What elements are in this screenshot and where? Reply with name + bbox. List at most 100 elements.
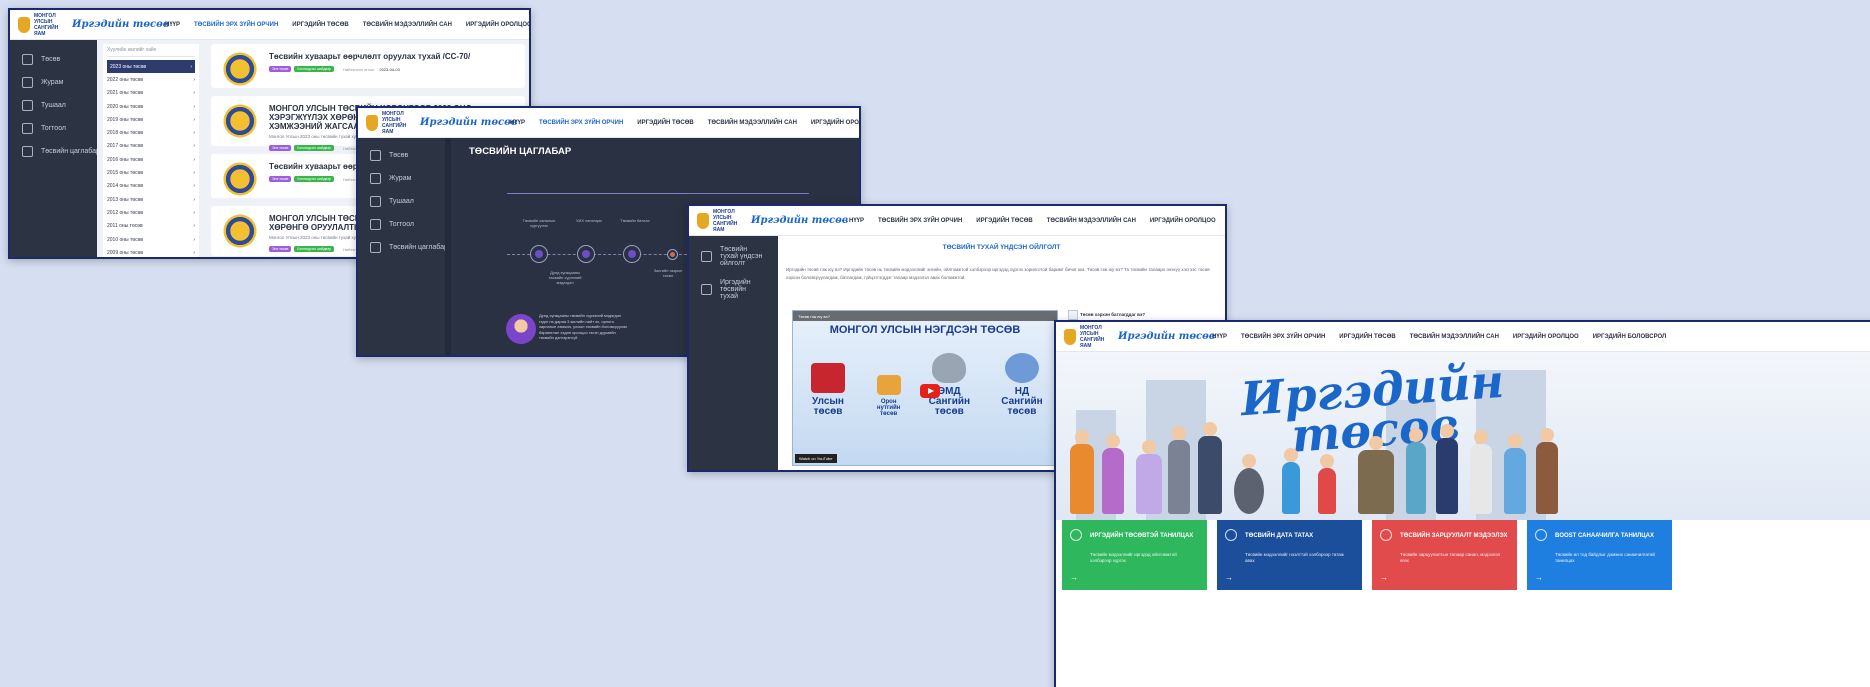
orders-icon (370, 196, 381, 207)
timeline-step[interactable] (577, 245, 595, 263)
sidebar-item-citizen-budget[interactable]: Иргэдийн төсвийн тухай (689, 273, 775, 306)
year-item[interactable]: 2023 оны төсөв › (107, 60, 195, 74)
tile-download-data[interactable]: ТӨСВИЙН ДАТА ТАТАХ Төсвийн мэдээллийг нэ… (1217, 520, 1362, 590)
tile-boost-initiative[interactable]: BOOST САНААЧИЛГА ТАНИЛЦАХ Төсвийн ил тод… (1527, 520, 1672, 590)
sidebar-item-calendar[interactable]: Төсвийн цаглабар (10, 140, 100, 163)
year-item[interactable]: 2020 оны төсөв › (107, 100, 195, 113)
tag-badge: Энэ төсөв (269, 66, 292, 72)
timeline-scrollbar[interactable] (507, 193, 809, 194)
related-question[interactable]: Төсөв хэрхэн батлагддаг вэ? (1080, 312, 1145, 317)
nav-legal[interactable]: ТӨСВИЙН ЭРХ ЗҮЙН ОРЧИН (194, 22, 278, 28)
document-card[interactable]: Төсвийн хуваарьт өөрчлөлт оруулах тухай … (211, 44, 525, 88)
year-item[interactable]: 2015 оны төсөв › (107, 166, 195, 179)
date-value: 2023-04-03 (379, 66, 400, 72)
nav-legal[interactable]: ТӨСВИЙН ЭРХ ЗҮЙН ОРЧИН (878, 218, 962, 224)
sidebar-item-resolutions[interactable]: Тогтоол (10, 117, 97, 140)
nav-budget-data[interactable]: ТӨСВИЙН МЭДЭЭЛЛИЙН САН (1047, 218, 1136, 224)
avatar (506, 314, 536, 344)
nav-citizen-budget[interactable]: ИРГЭДИЙН ТӨСӨВ (292, 22, 348, 28)
resolutions-icon (370, 219, 381, 230)
status-badge: Батлагдсан шийдвэр (294, 176, 335, 182)
year-item[interactable]: 2011 оны төсөв › (107, 220, 195, 233)
citizen-figure (1070, 430, 1094, 514)
nav-participation[interactable]: ИРГЭДИЙН ОРОЛЦОО (811, 120, 859, 126)
nav-citizen-budget[interactable]: ИРГЭДИЙН ТӨСӨВ (637, 120, 693, 126)
citizen-figure (1168, 426, 1190, 514)
org-name: МОНГОЛ УЛСЫН САНГИЙН ЯАМ (382, 110, 407, 135)
date-label: Нийтэлсэн огноо (343, 66, 375, 72)
tile-report-spending[interactable]: ТӨСВИЙН ЗАРЦУУЛАЛТ МЭДЭЭЛЭХ Төсвийн зарц… (1372, 520, 1517, 590)
site-logo[interactable]: МОНГОЛ УЛСЫН САНГИЙН ЯАМ Иргэдийн төсөв (1064, 325, 1215, 349)
year-search-input[interactable]: Хуулийн жилийг хайх (107, 47, 195, 57)
timeline-step[interactable] (667, 249, 678, 260)
year-item[interactable]: 2012 оны төсөв › (107, 206, 195, 219)
sidebar-item-rules[interactable]: Журам (358, 167, 445, 190)
timeline-step[interactable] (530, 245, 548, 263)
tile-citizen-budget[interactable]: ИРГЭДИЙН ТӨСӨВТЭЙ ТАНИЛЦАХ Төсвийн мэдээ… (1062, 520, 1207, 590)
brand-name: Иргэдийн төсөв (751, 215, 849, 226)
calendar-icon (22, 146, 33, 157)
nav-citizen-budget[interactable]: ИРГЭДИЙН ТӨСӨВ (1339, 334, 1395, 340)
arrow-right-icon: → (1070, 573, 1078, 582)
state-emblem-icon (223, 52, 257, 86)
site-logo[interactable]: МОНГОЛ УЛСЫН САНГИЙН ЯАМ Иргэдийн төсөв (366, 111, 517, 135)
video-player[interactable]: Төсөв гэж юу вэ? МОНГОЛ УЛСЫН НЭГДСЭН ТӨ… (792, 310, 1058, 466)
swap-icon (1535, 529, 1547, 541)
nav-participation[interactable]: ИРГЭДИЙН ОРОЛЦОО (466, 22, 529, 28)
video-thumb-icon (1068, 310, 1078, 320)
nav-home[interactable]: НҮҮР (849, 218, 864, 224)
nav-budget-data[interactable]: ТӨСВИЙН МЭДЭЭЛЛИЙН САН (363, 22, 452, 28)
screenshot-home: МОНГОЛ УЛСЫН САНГИЙН ЯАМ Иргэдийн төсөв … (1054, 320, 1870, 687)
citizen-figure (1198, 422, 1222, 514)
year-item[interactable]: 2022 оны төсөв › (107, 73, 195, 86)
sidebar-item-budget[interactable]: Төсөв (358, 144, 445, 167)
nav-participation[interactable]: ИРГЭДИЙН ОРОЛЦОО (1150, 218, 1216, 224)
sidebar-item-orders[interactable]: Тушаал (358, 190, 445, 213)
year-item[interactable]: 2010 оны төсөв › (107, 233, 195, 246)
video-column: Орон нутгийн төсөв (872, 375, 906, 417)
brand-name: Иргэдийн төсөв (1118, 331, 1216, 342)
sidebar-item-resolutions[interactable]: Тогтоол (358, 213, 445, 236)
step-label: Дунд хугацааны төсвийн хүрээний мэдэгдэл (548, 270, 582, 285)
hero-banner: Иргэдийн төсөв (1056, 352, 1870, 520)
site-logo[interactable]: МОНГОЛ УЛСЫН САНГИЙН ЯАМ Иргэдийн төсөв (18, 13, 169, 37)
intro-paragraph: Иргэдийн төсөв гэж юу вэ? Иргэдийн төсөв… (786, 267, 1210, 280)
page-title: ТӨСВИЙН ТУХАЙ ҮНДСЭН ОЙЛГОЛТ (942, 244, 1061, 251)
nav-home[interactable]: НҮҮР (165, 22, 180, 28)
budget-icon (370, 150, 381, 161)
nav-home[interactable]: НҮҮР (510, 120, 525, 126)
year-item[interactable]: 2016 оны төсөв › (107, 153, 195, 166)
site-logo[interactable]: МОНГОЛ УЛСЫН САНГИЙН ЯАМ Иргэдийн төсөв (697, 209, 848, 233)
arrow-right-icon: → (1535, 573, 1543, 582)
sidebar-item-calendar[interactable]: Төсвийн цаглабар (358, 236, 448, 259)
year-item[interactable]: 2017 оны төсөв › (107, 140, 195, 153)
nav-legal[interactable]: ТӨСВИЙН ЭРХ ЗҮЙН ОРЧИН (539, 120, 623, 126)
year-item[interactable]: 2014 оны төсөв › (107, 180, 195, 193)
quick-links: ИРГЭДИЙН ТӨСӨВТЭЙ ТАНИЛЦАХ Төсвийн мэдээ… (1056, 520, 1870, 590)
emblem-icon (366, 114, 378, 131)
year-item[interactable]: 2021 оны төсөв › (107, 87, 195, 100)
timeline-step[interactable] (623, 245, 641, 263)
nav-budget-data[interactable]: ТӨСВИЙН МЭДЭЭЛЛИЙН САН (1410, 334, 1499, 340)
watch-on-youtube[interactable]: Watch on YouTube (795, 454, 837, 463)
nav-legal[interactable]: ТӨСВИЙН ЭРХ ЗҮЙН ОРЧИН (1241, 334, 1325, 340)
nav-budget-data[interactable]: ТӨСВИЙН МЭДЭЭЛЛИЙН САН (708, 120, 797, 126)
year-item[interactable]: 2009 оны төсөв › (107, 246, 195, 257)
play-icon[interactable] (920, 384, 940, 398)
rules-icon (22, 77, 33, 88)
sidebar: Төсөв Журам Тушаал Тогтоол Төсвийн цагла… (358, 138, 448, 355)
org-name: МОНГОЛ УЛСЫН САНГИЙН ЯАМ (34, 12, 59, 37)
sidebar-item-rules[interactable]: Журам (10, 71, 97, 94)
nav-citizen-budget[interactable]: ИРГЭДИЙН ТӨСӨВ (976, 218, 1032, 224)
nav-education[interactable]: ИРГЭДИЙН БОЛОВСРОЛ (1593, 334, 1667, 340)
sidebar-item-budget[interactable]: Төсөв (10, 48, 97, 71)
emblem-icon (1064, 328, 1076, 345)
year-item[interactable]: 2019 оны төсөв › (107, 113, 195, 126)
year-item[interactable]: 2013 оны төсөв › (107, 193, 195, 206)
sidebar-item-orders[interactable]: Тушаал (10, 94, 97, 117)
nav-participation[interactable]: ИРГЭДИЙН ОРОЛЦОО (1513, 334, 1579, 340)
nav-home[interactable]: НҮҮР (1212, 334, 1227, 340)
sidebar-item-concepts[interactable]: Төсвийн тухай үндсэн ойлголт (689, 240, 775, 273)
year-item[interactable]: 2018 оны төсөв › (107, 126, 195, 139)
video-heading: МОНГОЛ УЛСЫН НЭГДСЭН ТӨСӨВ (829, 324, 1021, 336)
